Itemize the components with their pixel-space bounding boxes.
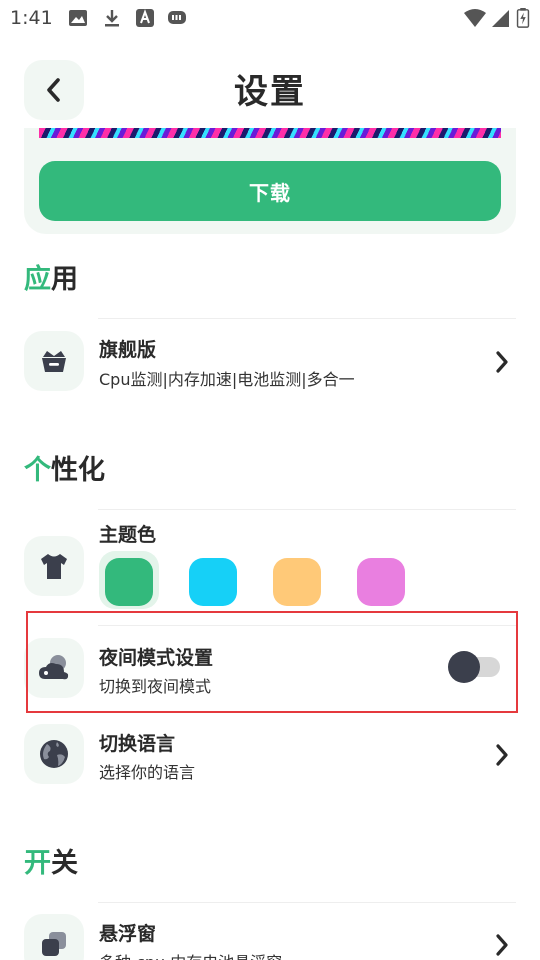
gamepad-icon <box>168 11 186 24</box>
row-title: 切换语言 <box>99 733 176 755</box>
color-swatch-orange[interactable] <box>273 558 321 606</box>
status-bar: 1:41 <box>0 0 540 36</box>
section-accent: 应 <box>24 264 51 295</box>
section-title-switch: 开关 <box>24 841 78 880</box>
tshirt-icon <box>24 536 84 596</box>
row-title: 悬浮窗 <box>99 923 157 945</box>
row-subtitle: 选择你的语言 <box>99 763 196 782</box>
row-title: 旗舰版 <box>99 339 157 361</box>
color-swatch-green[interactable] <box>105 558 153 606</box>
color-swatch-cyan[interactable] <box>189 558 237 606</box>
row-theme-color: 主题色 <box>24 516 516 609</box>
globe-icon <box>24 724 84 784</box>
row-language[interactable]: 切换语言 选择你的语言 <box>24 724 516 788</box>
chevron-right-icon <box>492 348 512 376</box>
highlight-box <box>26 611 518 713</box>
page-title: 设置 <box>234 72 306 112</box>
section-rest: 关 <box>51 848 78 879</box>
row-floating-window[interactable]: 悬浮窗 多种 cpu 内存电池悬浮窗 <box>24 914 516 960</box>
section-rest: 用 <box>51 264 78 295</box>
banner-card: 下载 <box>24 128 516 234</box>
section-title-app: 应用 <box>24 257 78 296</box>
chevron-right-icon <box>492 741 512 769</box>
divider <box>98 318 516 319</box>
a-letter-icon <box>136 9 154 27</box>
chevron-right-icon <box>492 931 512 959</box>
row-title: 主题色 <box>99 524 157 546</box>
divider <box>98 902 516 903</box>
row-flagship[interactable]: 旗舰版 Cpu监测|内存加速|电池监测|多合一 <box>24 330 516 394</box>
row-subtitle: 多种 cpu 内存电池悬浮窗 <box>99 949 282 960</box>
download-button[interactable]: 下载 <box>39 161 501 221</box>
banner-image <box>39 128 501 138</box>
wifi-icon <box>464 9 486 27</box>
image-icon <box>69 10 87 26</box>
divider <box>98 509 516 510</box>
section-title-personalize: 个性化 <box>24 448 105 487</box>
color-swatch-pink[interactable] <box>357 558 405 606</box>
layers-icon <box>24 914 84 960</box>
download-icon <box>105 10 119 27</box>
section-rest: 性化 <box>51 455 105 486</box>
section-accent: 开 <box>24 848 51 879</box>
row-subtitle: Cpu监测|内存加速|电池监测|多合一 <box>99 370 355 389</box>
signal-icon <box>492 10 509 27</box>
basket-icon <box>24 331 84 391</box>
section-accent: 个 <box>24 455 51 486</box>
battery-icon <box>516 8 530 28</box>
status-time: 1:41 <box>10 7 53 29</box>
